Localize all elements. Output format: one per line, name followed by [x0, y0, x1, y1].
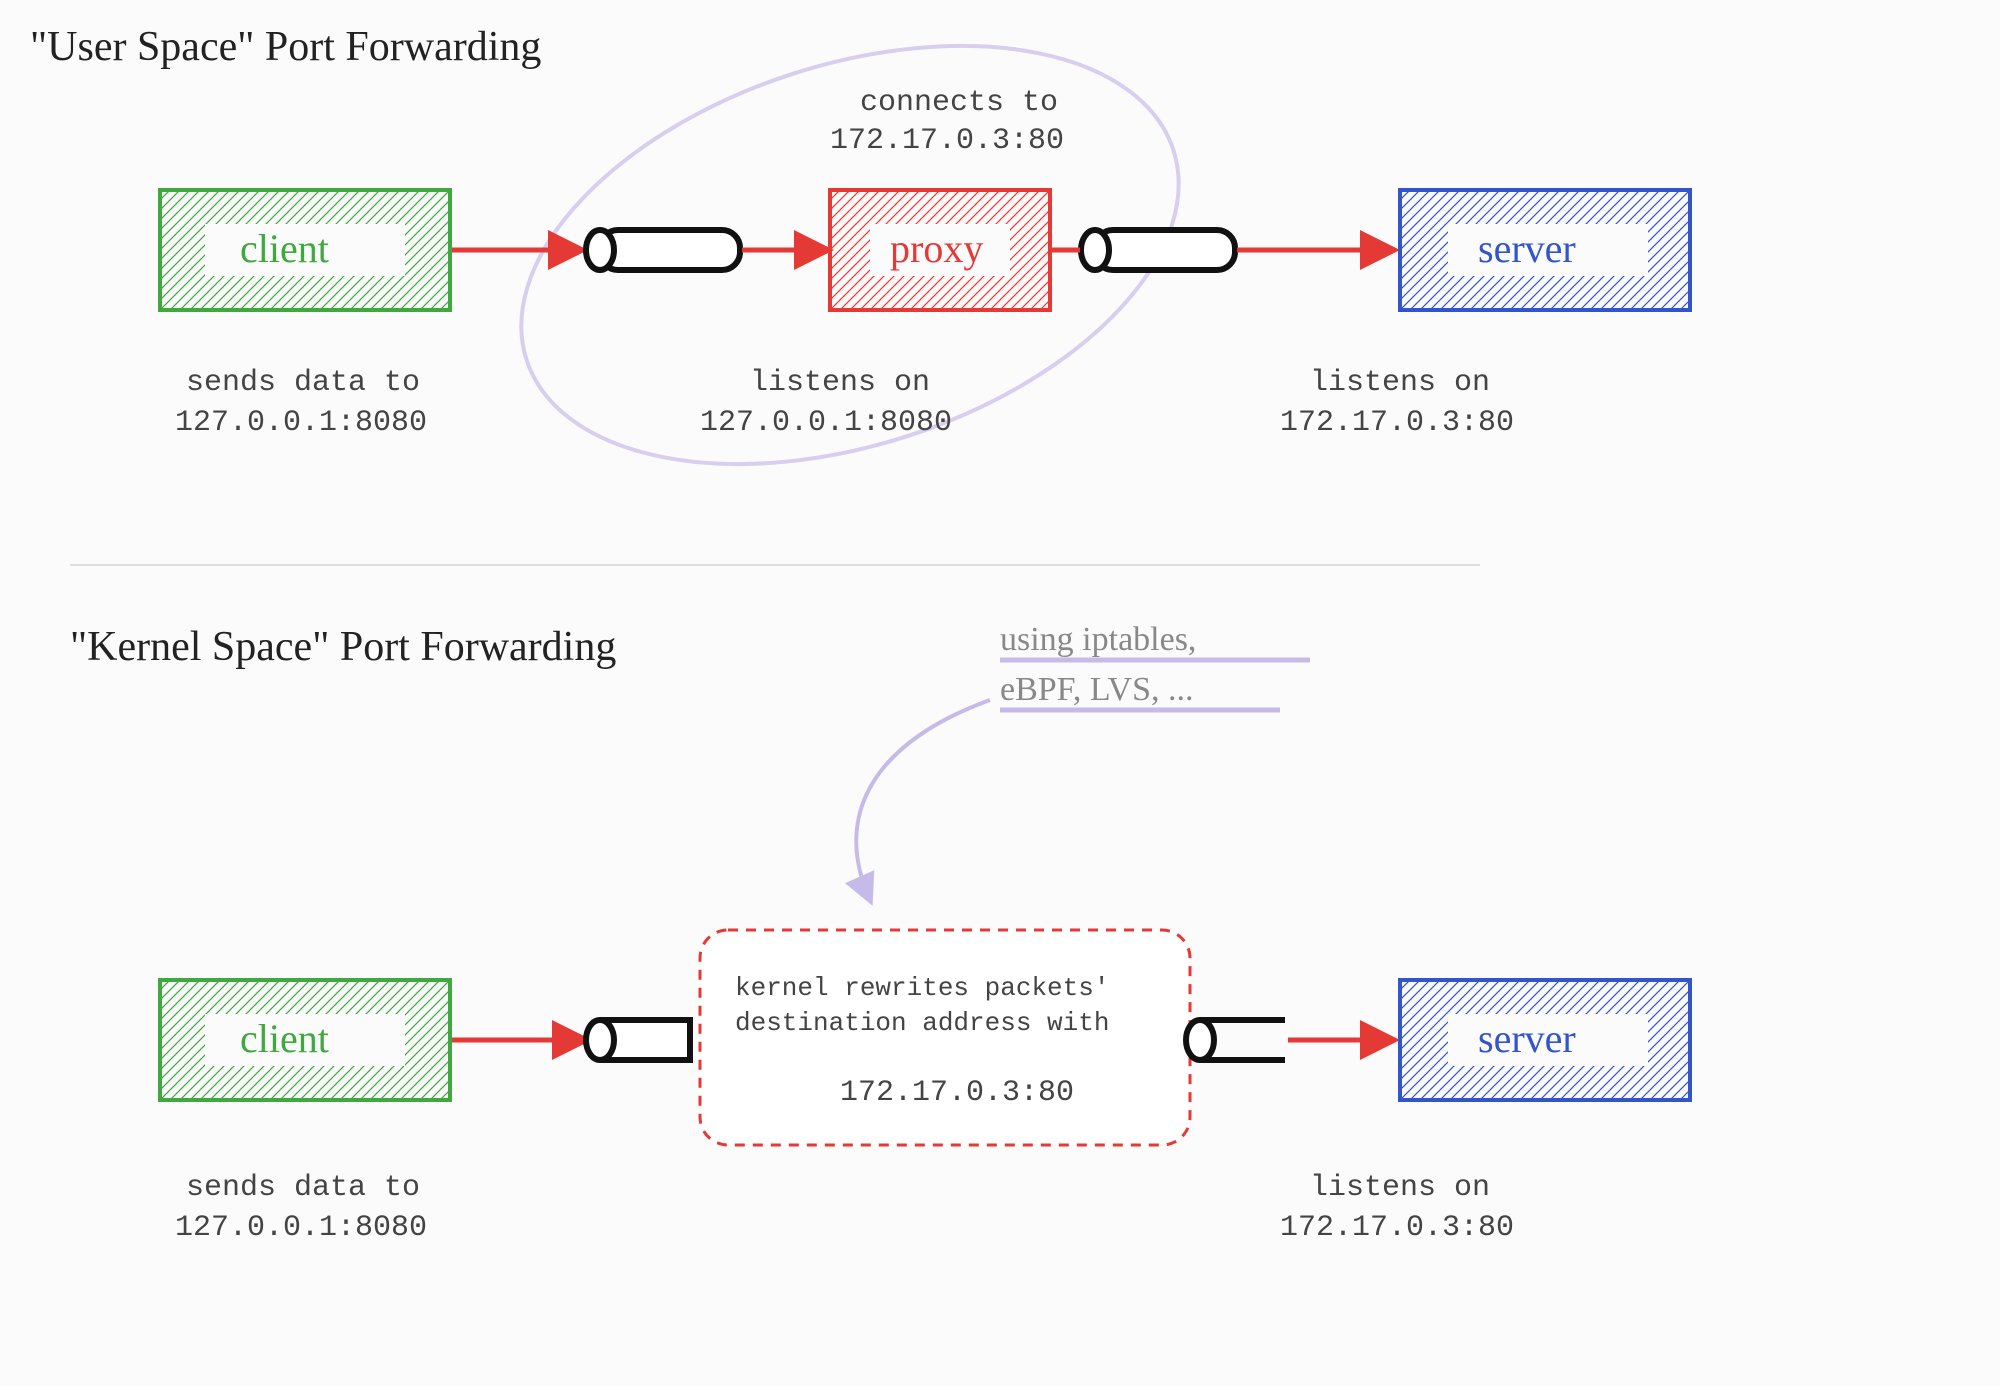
server-desc1-bottom: listens on: [1310, 1171, 1490, 1205]
client-label-bottom: client: [240, 1016, 329, 1061]
client-label-top: client: [240, 226, 329, 271]
proxy-box: proxy: [830, 190, 1050, 310]
server-box-top: server: [1400, 190, 1690, 310]
proxy-topdesc1: connects to: [860, 86, 1058, 120]
server-box-bottom: server: [1400, 980, 1690, 1100]
proxy-botdesc2: 127.0.0.1:8080: [700, 406, 952, 440]
proxy-botdesc1: listens on: [750, 366, 930, 400]
note-arrow: [856, 700, 990, 900]
pipe-right-bottom: [1186, 1020, 1285, 1060]
client-desc1-top: sends data to: [186, 366, 420, 400]
server-label-top: server: [1478, 226, 1576, 271]
kernel-box: kernel rewrites packets' destination add…: [700, 930, 1190, 1145]
note-line2: eBPF, LVS, ...: [1000, 671, 1193, 708]
server-desc2-bottom: 172.17.0.3:80: [1280, 1211, 1514, 1245]
client-desc2-bottom: 127.0.0.1:8080: [175, 1211, 427, 1245]
server-desc2-top: 172.17.0.3:80: [1280, 406, 1514, 440]
server-label-bottom: server: [1478, 1016, 1576, 1061]
client-desc1-bottom: sends data to: [186, 1171, 420, 1205]
title-user-space: "User Space" Port Forwarding: [30, 24, 541, 70]
client-box-top: client: [160, 190, 450, 310]
proxy-label: proxy: [890, 226, 983, 271]
pipe1-top: [586, 230, 740, 270]
title-kernel-space: "Kernel Space" Port Forwarding: [70, 624, 616, 670]
proxy-topdesc2: 172.17.0.3:80: [830, 124, 1064, 158]
kernel-line3: 172.17.0.3:80: [840, 1076, 1074, 1110]
pipe2-top: [1081, 230, 1235, 270]
client-desc2-top: 127.0.0.1:8080: [175, 406, 427, 440]
server-desc1-top: listens on: [1310, 366, 1490, 400]
kernel-line2: destination address with: [735, 1008, 1109, 1038]
client-box-bottom: client: [160, 980, 450, 1100]
pipe-left-bottom: [586, 1020, 690, 1060]
kernel-line1: kernel rewrites packets': [735, 973, 1109, 1003]
note-line1: using iptables,: [1000, 621, 1196, 658]
